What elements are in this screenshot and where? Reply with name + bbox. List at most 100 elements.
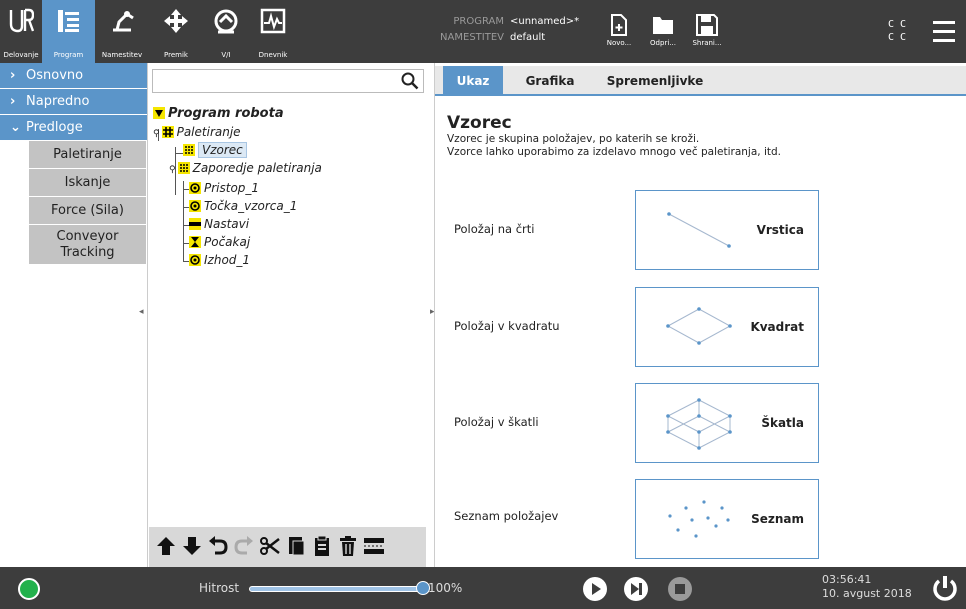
category-advanced[interactable]: › Napredno bbox=[0, 89, 147, 115]
tree-node-robot-program[interactable]: Program robota bbox=[153, 105, 284, 123]
installation-key: NAMESTITEV bbox=[440, 32, 504, 43]
undo-icon[interactable] bbox=[207, 535, 229, 557]
speed-value: 100% bbox=[428, 581, 463, 595]
category-label: Predloge bbox=[26, 120, 83, 135]
tree-node-label: Izhod_1 bbox=[204, 253, 251, 267]
cc-line: C C bbox=[888, 19, 907, 30]
delete-icon[interactable] bbox=[337, 535, 359, 557]
installation-name: default bbox=[510, 32, 546, 43]
new-button-label: Novo... bbox=[606, 39, 632, 47]
square-pattern-button[interactable]: Kvadrat bbox=[635, 287, 819, 367]
category-basic[interactable]: › Osnovno bbox=[0, 63, 147, 89]
tree-node-wait[interactable]: Počakaj bbox=[189, 233, 250, 251]
nav-io[interactable]: V/I bbox=[205, 0, 247, 63]
tree-node-label: Paletiranje bbox=[176, 125, 241, 139]
bottom-footer: Hitrost 100% 03:56:41 10. avgust 2018 bbox=[0, 567, 966, 609]
hourglass-icon bbox=[189, 236, 201, 248]
nav-label: V/I bbox=[221, 51, 231, 59]
tree-node-label: Pristop_1 bbox=[204, 181, 260, 195]
box-pattern-button[interactable]: Škatla bbox=[635, 383, 819, 463]
stop-icon[interactable] bbox=[668, 577, 692, 601]
tree-node-label: Program robota bbox=[168, 106, 284, 121]
speed-slider[interactable] bbox=[249, 586, 423, 592]
tab-command[interactable]: Ukaz bbox=[443, 66, 503, 96]
step-icon[interactable] bbox=[624, 577, 648, 601]
save-icon bbox=[696, 14, 718, 36]
tab-variables[interactable]: Spremenljivke bbox=[595, 66, 715, 96]
left-navigation: › Osnovno › Napredno ⌄ Predloge Paletiranje… bbox=[0, 63, 148, 567]
program-tree-panel: Program robota ⚲ Paletiranje Vzorec ⚲ Zapo… bbox=[149, 63, 426, 567]
tree-node-pattern-point[interactable]: Točka_vzorca_1 bbox=[189, 197, 297, 215]
pattern-row-label: Seznam položajev bbox=[454, 509, 559, 523]
template-conveyor-tracking[interactable]: Conveyor Tracking bbox=[29, 225, 146, 265]
open-button[interactable]: Odpri... bbox=[643, 14, 683, 60]
tree-node-palletizing[interactable]: ⚲ Paletiranje bbox=[153, 123, 241, 141]
move-up-icon[interactable] bbox=[155, 535, 177, 557]
save-button[interactable]: Shrani... bbox=[687, 14, 727, 60]
pattern-grid-icon bbox=[183, 144, 195, 156]
tree-node-exit[interactable]: Izhod_1 bbox=[189, 251, 250, 269]
template-seek[interactable]: Iskanje bbox=[29, 169, 146, 197]
log-icon bbox=[260, 8, 286, 34]
tree-search-input[interactable] bbox=[153, 70, 393, 92]
waypoint-icon bbox=[189, 200, 201, 212]
pallet-icon bbox=[161, 126, 174, 138]
clock-time: 03:56:41 bbox=[822, 573, 872, 586]
tab-graphics[interactable]: Grafika bbox=[515, 66, 585, 96]
line-pattern-icon bbox=[667, 212, 731, 248]
paste-icon[interactable] bbox=[311, 535, 333, 557]
waypoint-icon bbox=[189, 254, 201, 266]
nav-run[interactable]: Delovanje bbox=[0, 0, 42, 63]
nav-label: Dnevnik bbox=[258, 51, 288, 59]
tree-toolbar bbox=[149, 527, 426, 567]
category-templates[interactable]: ⌄ Predloge bbox=[0, 115, 147, 141]
redo-icon[interactable] bbox=[233, 535, 255, 557]
expand-pin-icon[interactable]: ⚲ bbox=[153, 129, 160, 139]
program-icon bbox=[57, 10, 79, 32]
cc-indicator: C C C C bbox=[888, 18, 906, 44]
program-triangle-icon bbox=[153, 107, 165, 119]
pattern-row-label: Položaj v škatli bbox=[454, 415, 539, 429]
line-pattern-button[interactable]: Vrstica bbox=[635, 190, 819, 270]
save-button-label: Shrani... bbox=[692, 39, 722, 47]
speed-label: Hitrost bbox=[199, 581, 240, 595]
hamburger-menu-icon[interactable] bbox=[933, 21, 955, 48]
copy-icon[interactable] bbox=[285, 535, 307, 557]
tree-node-label: Zaporedje paletiranja bbox=[192, 161, 322, 175]
box-pattern-icon bbox=[666, 398, 732, 450]
new-button[interactable]: Novo... bbox=[599, 14, 639, 60]
collapse-left-handle-icon[interactable]: ◂ bbox=[139, 307, 145, 319]
tree-node-label: Točka_vzorca_1 bbox=[204, 199, 298, 213]
nav-log[interactable]: Dnevnik bbox=[252, 0, 294, 63]
move-down-icon[interactable] bbox=[181, 535, 203, 557]
tree-node-set[interactable]: Nastavi bbox=[189, 215, 249, 233]
waypoint-icon bbox=[189, 182, 201, 194]
nav-label: Program bbox=[53, 51, 84, 59]
category-label: Osnovno bbox=[26, 68, 84, 83]
nav-move[interactable]: Premik bbox=[155, 0, 197, 63]
tree-search bbox=[152, 69, 424, 93]
expand-pin-icon[interactable]: ⚲ bbox=[169, 165, 176, 175]
list-pattern-icon bbox=[668, 500, 730, 538]
play-icon[interactable] bbox=[583, 577, 607, 601]
template-palletizing[interactable]: Paletiranje bbox=[29, 141, 146, 169]
tree-node-pattern[interactable]: Vzorec bbox=[183, 141, 247, 159]
category-label: Napredno bbox=[26, 94, 90, 109]
suppress-icon[interactable] bbox=[363, 535, 385, 557]
chevron-right-icon: › bbox=[10, 94, 16, 109]
cut-icon[interactable] bbox=[259, 535, 281, 557]
template-force[interactable]: Force (Sila) bbox=[29, 197, 146, 225]
power-icon[interactable] bbox=[932, 575, 958, 601]
tree-node-pallet-sequence[interactable]: ⚲ Zaporedje paletiranja bbox=[169, 159, 322, 177]
search-icon[interactable] bbox=[401, 72, 419, 90]
pattern-row-label: Položaj na črti bbox=[454, 222, 535, 236]
page-title: Vzorec bbox=[447, 113, 512, 133]
robot-status-icon[interactable] bbox=[18, 578, 40, 600]
tree-node-approach[interactable]: Pristop_1 bbox=[189, 179, 259, 197]
nav-installation[interactable]: Namestitev bbox=[95, 0, 149, 63]
list-pattern-button[interactable]: Seznam bbox=[635, 479, 819, 559]
description-line: Vzorce lahko uporabimo za izdelavo mnogo… bbox=[447, 146, 781, 158]
nav-program[interactable]: Program bbox=[42, 0, 95, 63]
ur-logo-icon bbox=[9, 8, 34, 33]
program-name: <unnamed>* bbox=[510, 16, 580, 27]
